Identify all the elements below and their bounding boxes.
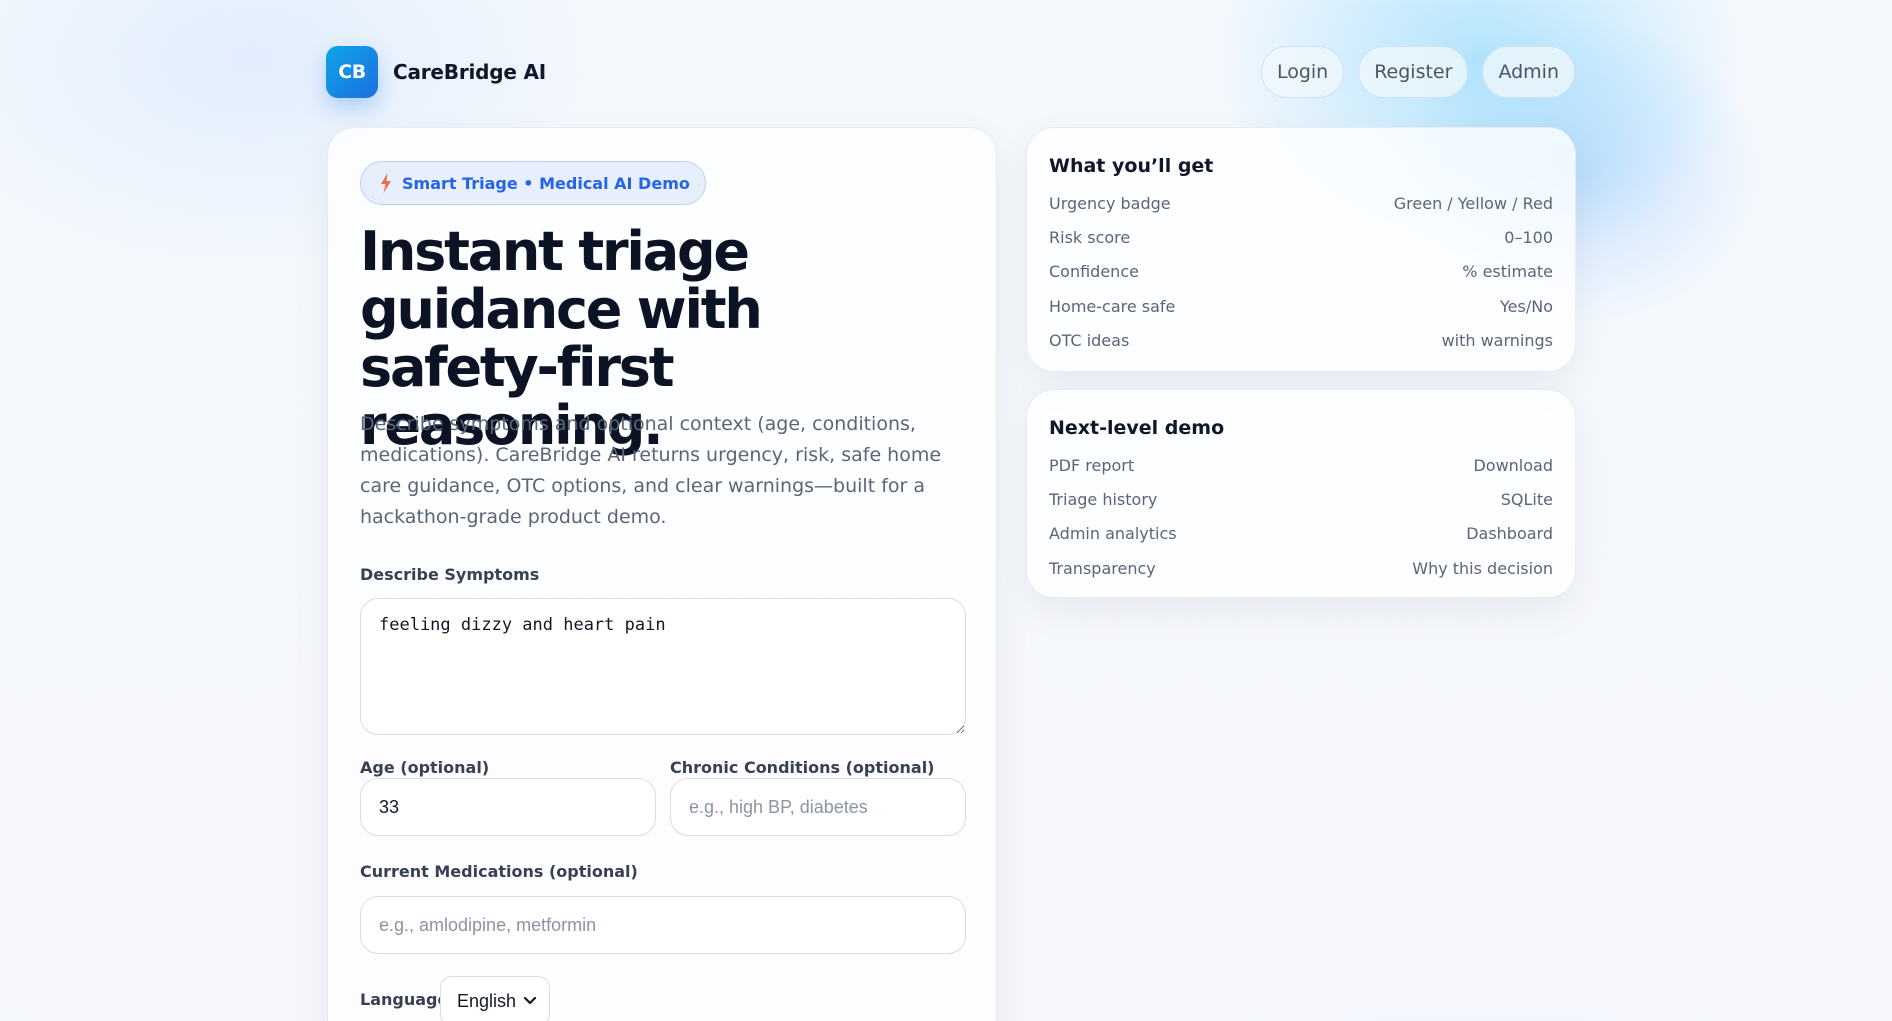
login-button[interactable]: Login [1260,45,1345,98]
hero-badge: Smart Triage • Medical AI Demo [360,161,706,205]
register-button[interactable]: Register [1358,45,1469,98]
brand[interactable]: CB CareBridge AI [326,45,547,98]
list-item: Transparency Why this decision [1049,551,1553,585]
symptoms-label: Describe Symptoms [360,565,540,584]
list-item: Admin analytics Dashboard [1049,517,1553,551]
row-value: with warnings [1441,331,1553,351]
logo: CB [326,45,378,98]
language-label: Language [360,990,449,1009]
row-value: Yes/No [1500,296,1553,316]
list-item: Triage history SQLite [1049,482,1553,516]
row-label: OTC ideas [1049,331,1130,351]
hero-description: Describe symptoms and optional context (… [360,413,942,528]
language-select[interactable]: English [440,976,550,1021]
triage-card: Smart Triage • Medical AI Demo Instant t… [327,127,997,1021]
row-label: Transparency [1049,558,1156,578]
row-value: Dashboard [1466,524,1553,544]
row-value: 0–100 [1504,228,1553,248]
list-item: Urgency badge Green / Yellow / Red [1049,186,1553,220]
row-label: Risk score [1049,228,1131,248]
list-item: OTC ideas with warnings [1049,324,1553,358]
row-label: Home-care safe [1049,296,1176,316]
top-header: CB CareBridge AI Login Register Admin [326,45,1575,98]
next-level-title: Next-level demo [1049,417,1225,439]
row-label: Confidence [1049,262,1139,282]
medications-label: Current Medications (optional) [360,862,638,881]
list-item: Confidence % estimate [1049,255,1553,289]
next-level-demo-card: Next-level demo PDF report Download Tria… [1026,389,1576,598]
conditions-label: Chronic Conditions (optional) [670,758,935,777]
row-value: Green / Yellow / Red [1393,193,1553,213]
what-you-get-title: What you’ll get [1049,155,1214,177]
list-item: Risk score 0–100 [1049,220,1553,254]
row-label: Admin analytics [1049,524,1177,544]
conditions-input[interactable] [670,778,966,836]
row-value: Download [1473,455,1553,475]
list-item: PDF report Download [1049,448,1553,482]
row-label: Urgency badge [1049,193,1171,213]
symptoms-textarea[interactable]: feeling dizzy and heart pain [360,598,966,735]
row-label: Triage history [1049,490,1158,510]
age-input[interactable] [360,778,656,836]
top-nav: Login Register Admin [1260,45,1575,98]
row-value: SQLite [1500,490,1553,510]
list-item: Home-care safe Yes/No [1049,289,1553,323]
badge-text: Smart Triage • Medical AI Demo [402,173,690,193]
admin-button[interactable]: Admin [1482,45,1575,98]
chevron-down-icon [523,996,537,1005]
medications-input[interactable] [360,896,966,954]
row-value: % estimate [1462,262,1553,282]
lightning-bolt-icon [381,173,391,193]
what-you-get-card: What you’ll get Urgency badge Green / Ye… [1026,127,1576,372]
row-value: Why this decision [1412,558,1553,578]
age-label: Age (optional) [360,758,490,777]
brand-name: CareBridge AI [393,59,547,84]
language-selected-value: English [457,990,517,1011]
row-label: PDF report [1049,455,1135,475]
